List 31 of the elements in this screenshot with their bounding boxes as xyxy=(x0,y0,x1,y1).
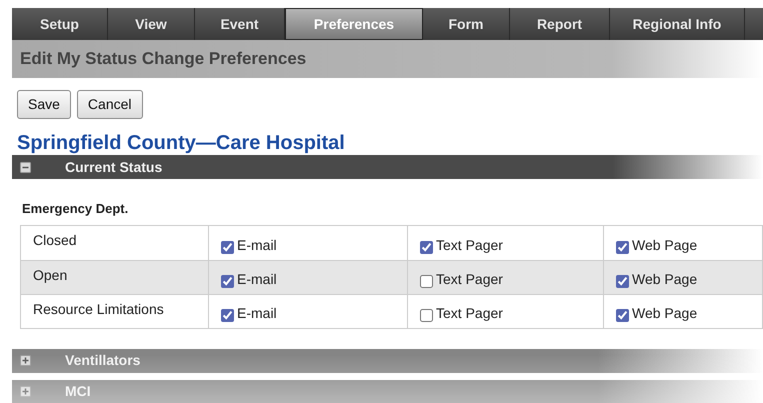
table-cell: Open xyxy=(21,260,209,294)
expand-icon[interactable] xyxy=(20,386,31,397)
section-header[interactable]: Current Status xyxy=(12,155,763,179)
facility-heading: Springfield County—Care Hospital xyxy=(17,131,346,155)
checkbox[interactable] xyxy=(420,274,433,288)
action-button[interactable]: Cancel xyxy=(76,90,143,119)
checkbox[interactable] xyxy=(221,274,234,288)
checkbox[interactable] xyxy=(616,274,629,288)
checkbox-label: E-mail xyxy=(237,236,277,254)
checkbox-label: E-mail xyxy=(237,270,277,288)
checkbox-label: Text Pager xyxy=(436,270,503,289)
checkbox[interactable] xyxy=(221,308,234,322)
checkbox[interactable] xyxy=(420,308,433,322)
group-label: Emergency Dept. xyxy=(22,200,130,218)
action-button[interactable]: Save xyxy=(17,90,71,119)
section-title: Current Status xyxy=(65,158,162,176)
checkbox-label: E-mail xyxy=(237,304,277,322)
section-title: MCI xyxy=(65,382,91,401)
checkbox[interactable] xyxy=(221,240,234,254)
checkbox[interactable] xyxy=(616,308,629,322)
table-cell: Resource Limitations xyxy=(21,294,209,328)
checkbox-label: Web Page xyxy=(632,270,698,289)
checkbox[interactable] xyxy=(616,240,629,254)
checkbox-label: Web Page xyxy=(632,236,698,255)
checkbox-label: Text Pager xyxy=(436,236,503,255)
expand-icon[interactable] xyxy=(20,355,31,366)
checkbox-label: Text Pager xyxy=(436,304,503,323)
checkbox[interactable] xyxy=(420,240,433,254)
section-title: Ventillators xyxy=(65,351,140,370)
checkbox-label: Web Page xyxy=(632,304,698,323)
collapse-icon[interactable] xyxy=(20,162,31,172)
